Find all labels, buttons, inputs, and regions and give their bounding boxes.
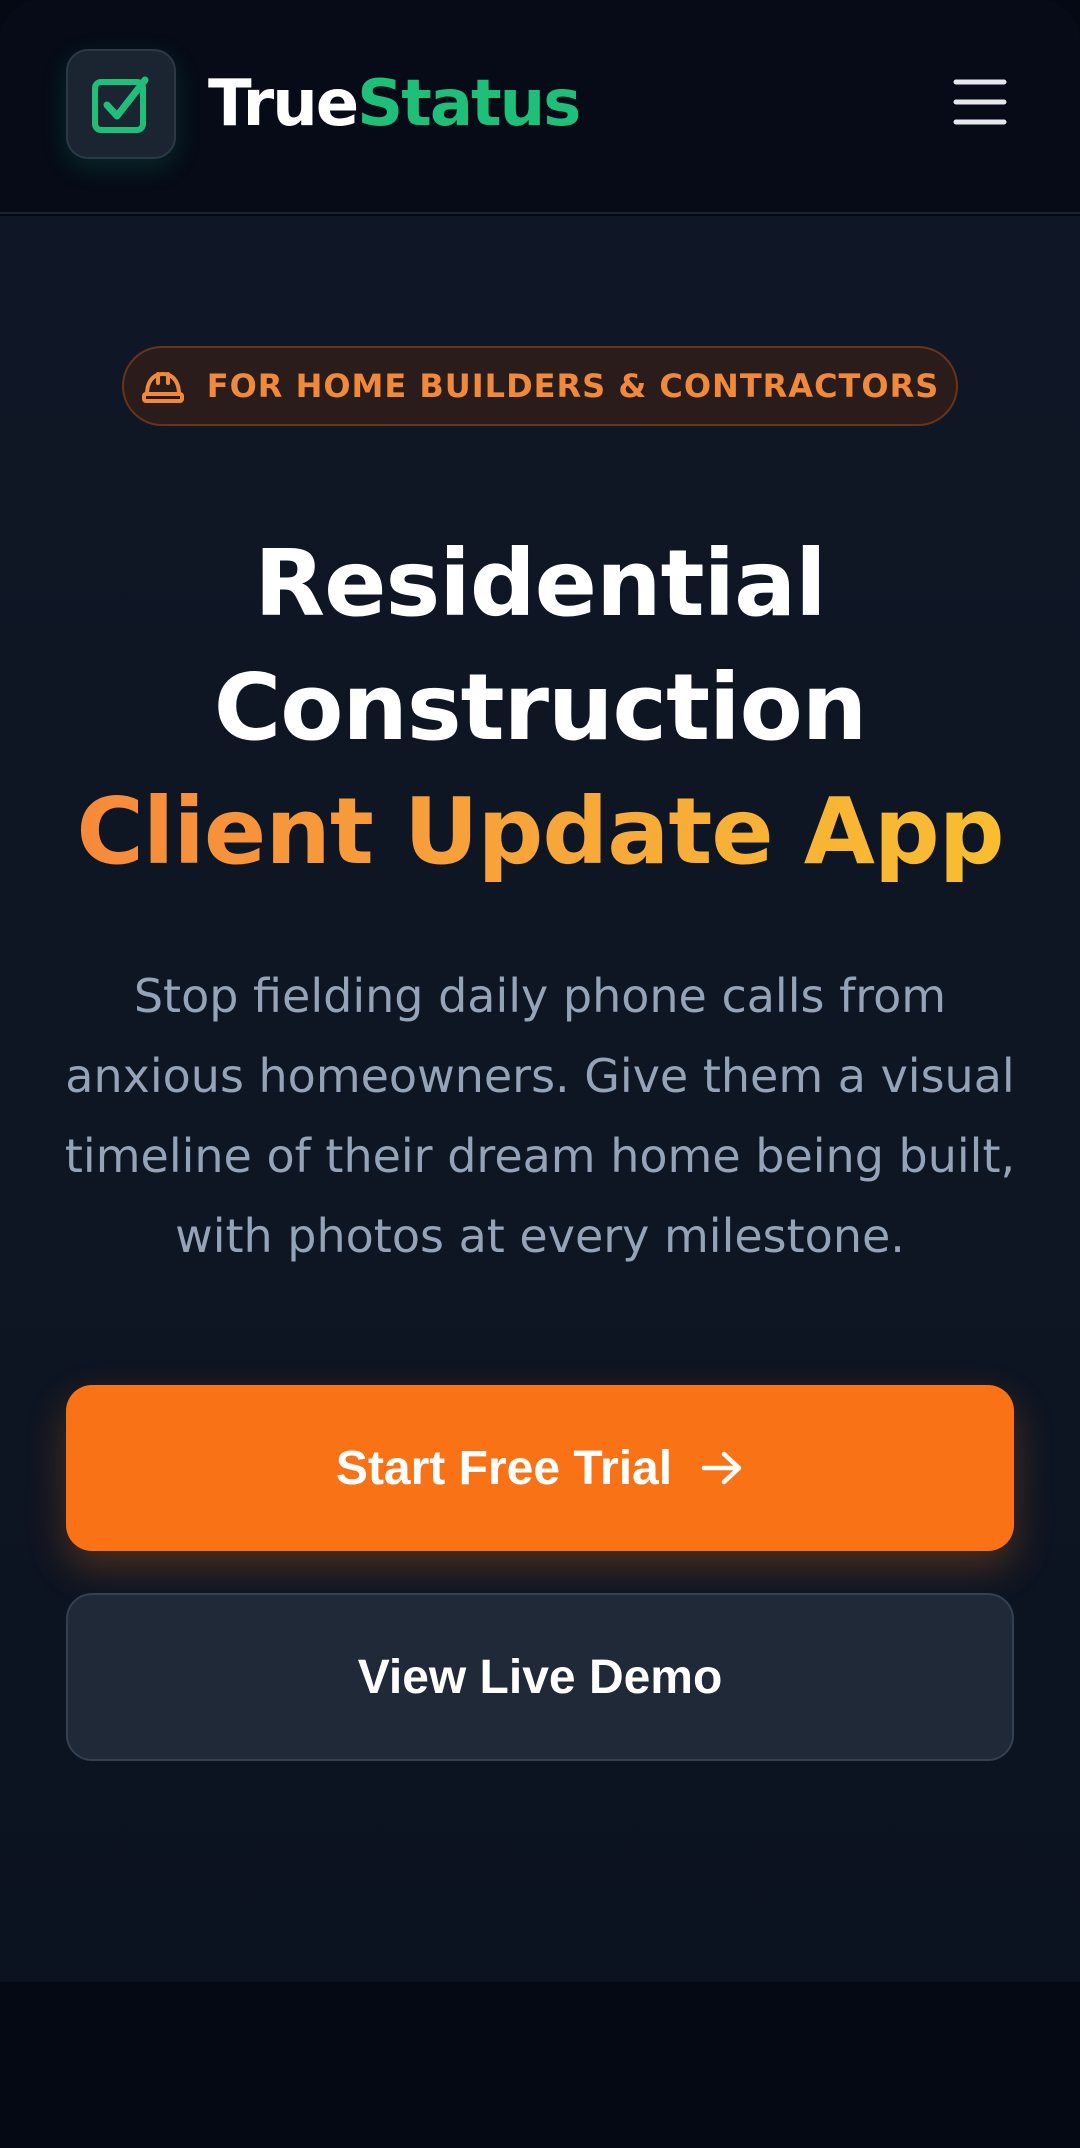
hamburger-menu-icon (953, 79, 1007, 125)
checkbox-check-icon (92, 76, 149, 133)
arrow-right-icon (701, 1451, 742, 1485)
hard-hat-icon (141, 372, 184, 403)
hero-title-line2: Construction (213, 654, 868, 761)
start-free-trial-button[interactable]: Start Free Trial (66, 1385, 1014, 1551)
audience-badge: FOR HOME BUILDERS & CONTRACTORS (122, 346, 958, 426)
top-header: TrueStatus (0, 0, 1080, 214)
page: TrueStatus FOR HOME BUILDERS & CONTRACTO… (0, 0, 1080, 2148)
menu-button[interactable] (948, 72, 1012, 132)
hero-title-accent: Client Update App (0, 770, 1080, 894)
hero-title: Residential Construction Client Update A… (0, 522, 1080, 894)
brand-name-part1: True (208, 67, 359, 141)
hero-subtitle: Stop fielding daily phone calls from anx… (64, 969, 1016, 1263)
hero-title-line1: Residential (254, 530, 826, 637)
view-live-demo-button[interactable]: View Live Demo (66, 1593, 1014, 1761)
logo-badge[interactable] (66, 49, 176, 159)
brand-name-part2: Status (357, 67, 581, 141)
brand-name[interactable]: TrueStatus (208, 64, 581, 144)
start-free-trial-label: Start Free Trial (335, 1441, 673, 1495)
hero-section: FOR HOME BUILDERS & CONTRACTORS Resident… (0, 216, 1080, 1982)
audience-badge-label: FOR HOME BUILDERS & CONTRACTORS (206, 367, 940, 405)
view-live-demo-label: View Live Demo (357, 1650, 723, 1704)
